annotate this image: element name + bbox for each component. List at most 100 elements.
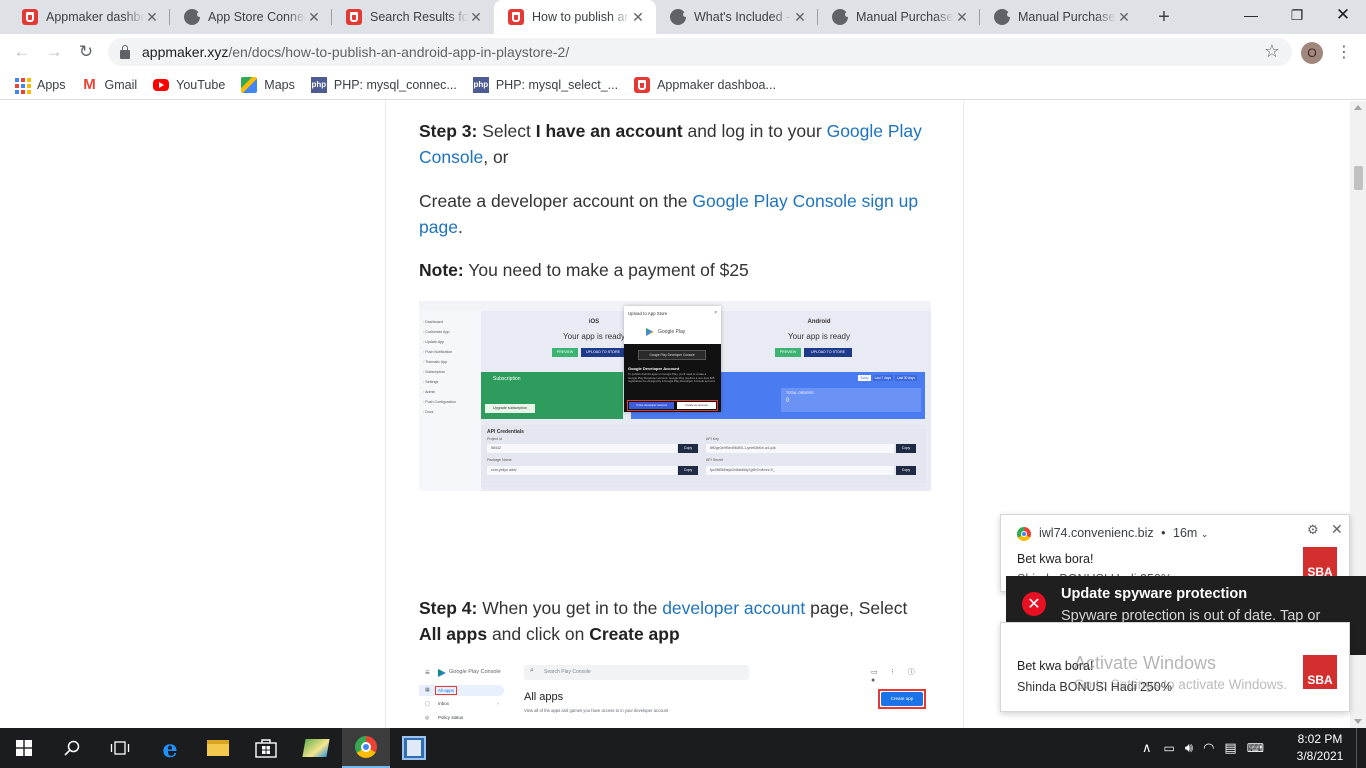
apps-icon: ▦: [425, 687, 430, 693]
taskbar-file-explorer[interactable]: [194, 728, 242, 768]
tab-app-store-connect[interactable]: App Store Connec ✕: [170, 0, 332, 34]
new-tab-button[interactable]: +: [1152, 6, 1176, 28]
ios-preview-button: PREVIEW: [552, 348, 578, 357]
sidebar-item-label: Dashboard: [425, 320, 443, 324]
forward-button[interactable]: →: [42, 40, 66, 64]
second-notification[interactable]: Bet kwa bora! Shinda BONUSI Hadi 250% SB…: [1000, 622, 1350, 712]
google-play-label: Google Play: [658, 329, 686, 335]
bookmark-star-icon[interactable]: ☆: [1264, 41, 1280, 62]
nav-policy-status: Policy status: [438, 715, 464, 720]
bookmark-appmaker[interactable]: Appmaker dashboa...: [634, 76, 776, 93]
taskbar-photos[interactable]: [292, 728, 340, 768]
close-icon[interactable]: ✕: [1331, 521, 1343, 538]
store-icon: [255, 739, 277, 758]
bookmark-maps[interactable]: Maps: [241, 76, 295, 93]
api-credentials-panel: API Credentials Project Id 58442 Copy AP…: [481, 425, 926, 487]
tab-title: What's Included -: [694, 10, 791, 24]
dashboard-sidebar-item: ◦ Admin: [423, 390, 435, 394]
play-console-label: Google Play Developer Console: [638, 350, 706, 360]
sidebar-item-label: Docs: [425, 410, 434, 414]
play-console-screenshot: ≡ Google Play Console ⌕ Search Play Cons…: [419, 661, 931, 728]
system-tray: ∧ ▭ 🔊︎ ◠ ▤ ⌨: [1142, 728, 1264, 768]
apple-icon: [832, 9, 850, 25]
reload-button[interactable]: ↻: [74, 40, 98, 64]
back-button[interactable]: ←: [10, 40, 34, 64]
android-label: Android: [807, 319, 831, 325]
taskbar-store[interactable]: [242, 728, 290, 768]
hamburger-icon: ≡: [425, 668, 430, 677]
search-button[interactable]: [48, 728, 96, 768]
tab-manual-purchase-1[interactable]: Manual Purchase - ✕: [818, 0, 980, 34]
wifi-icon[interactable]: ◠: [1203, 740, 1214, 756]
url-path: /en/docs/how-to-publish-an-android-app-i…: [228, 44, 570, 60]
scroll-up-arrow[interactable]: [1354, 105, 1362, 110]
profile-avatar[interactable]: O: [1301, 42, 1323, 64]
dashboard-sidebar-item: ◦ Customize App: [423, 330, 449, 334]
taskbar-media-app[interactable]: [390, 728, 438, 768]
gear-icon[interactable]: ⚙: [1307, 522, 1319, 538]
api-secret-field: fpc3NB5ihsyh2v6ds6t4y7g9h7m4mnr-9_: [706, 466, 894, 475]
api-key-label: API Key: [706, 437, 719, 441]
show-desktop-button[interactable]: [1356, 728, 1360, 768]
dashboard-sidebar-item: ◦ Push Notification: [423, 350, 452, 354]
bookmark-youtube[interactable]: YouTube: [153, 78, 225, 92]
chevron-up-icon[interactable]: ∧: [1142, 740, 1152, 756]
apple-icon: [670, 9, 688, 25]
dashboard-screenshot: ◦ Dashboard ◦ Customize App ◦ Update App ◦ …: [419, 301, 931, 491]
bookmark-php-select[interactable]: php PHP: mysql_select_...: [472, 76, 619, 93]
keyboard-icon[interactable]: ⌨: [1247, 741, 1264, 755]
sidebar-item-label: Admin: [425, 390, 436, 394]
folder-icon: [207, 740, 229, 756]
taskbar-edge[interactable]: e: [146, 728, 194, 768]
tab-strip: Appmaker dashbo ✕ App Store Connec ✕ Sea…: [0, 0, 1366, 34]
tab-whats-included[interactable]: What's Included - ✕: [656, 0, 818, 34]
android-preview-button: PREVIEW: [775, 348, 801, 357]
sidebar-item-label: Subscription: [425, 370, 446, 374]
close-tab-icon[interactable]: ✕: [792, 9, 808, 26]
battery-icon[interactable]: ▭: [1164, 741, 1175, 755]
developer-account-link[interactable]: developer account: [662, 598, 805, 618]
scroll-down-arrow[interactable]: [1354, 719, 1362, 724]
bookmark-label: Appmaker dashboa...: [657, 77, 776, 92]
task-view-button[interactable]: [96, 728, 144, 768]
action-center-icon[interactable]: ▤: [1224, 740, 1236, 756]
notification-time: 16m: [1173, 526, 1198, 540]
tab-title: Search Results for: [370, 10, 468, 24]
close-tab-icon[interactable]: ✕: [954, 9, 970, 26]
tab-search-results[interactable]: Search Results for ✕: [332, 0, 494, 34]
close-tab-icon[interactable]: ✕: [306, 9, 322, 26]
tab-how-to-publish[interactable]: How to publish an ✕: [494, 0, 656, 34]
close-tab-icon[interactable]: ✕: [630, 9, 646, 26]
all-apps-subtext: View all of the apps and games you have …: [524, 708, 669, 713]
minimize-button[interactable]: —: [1228, 0, 1274, 30]
tab-manual-purchase-2[interactable]: Manual Purchase - ✕: [980, 0, 1142, 34]
bookmark-label: PHP: mysql_select_...: [495, 77, 619, 92]
chevron-down-icon[interactable]: ⌄: [1201, 529, 1209, 539]
ios-upload-button: UPLOAD TO STORE: [581, 348, 625, 357]
modal-close-icon: ×: [714, 310, 717, 316]
close-tab-icon[interactable]: ✕: [1116, 9, 1132, 26]
close-window-button[interactable]: ✕: [1320, 0, 1366, 30]
volume-icon[interactable]: 🔊︎: [1185, 740, 1193, 756]
taskbar-chrome[interactable]: [342, 728, 390, 768]
api-key-field: 8ff2ge3e9f5e496d93-1-yeetl3bf1e-a4-yzk: [706, 444, 894, 453]
tab-appmaker-dashboard[interactable]: Appmaker dashbo ✕: [8, 0, 170, 34]
start-button[interactable]: [0, 728, 48, 768]
address-bar[interactable]: appmaker.xyz/en/docs/how-to-publish-an-a…: [108, 38, 1292, 66]
scrollbar-thumb[interactable]: [1354, 166, 1363, 190]
close-tab-icon[interactable]: ✕: [144, 9, 160, 26]
package-name-field: com.yellyo.aibtv: [487, 466, 677, 475]
menu-kebab-icon[interactable]: ⋮: [1336, 42, 1352, 64]
bookmark-php-connect[interactable]: php PHP: mysql_connec...: [310, 76, 457, 93]
bookmark-label: YouTube: [176, 77, 226, 92]
sidebar-item-label: Thematic App: [425, 360, 448, 364]
bookmark-apps[interactable]: Apps: [14, 77, 66, 94]
search-icon: ⌕: [530, 667, 534, 674]
tab-title: Manual Purchase -: [1018, 10, 1116, 24]
close-tab-icon[interactable]: ✕: [468, 9, 484, 26]
nav-all-apps: All apps: [435, 686, 458, 695]
total-orders-label: TOTAL ORDERS: [786, 391, 814, 395]
bookmark-gmail[interactable]: M Gmail: [82, 76, 137, 93]
restore-button[interactable]: ❐: [1274, 0, 1320, 30]
system-clock[interactable]: 8:02 PM 3/8/2021: [1290, 731, 1350, 765]
